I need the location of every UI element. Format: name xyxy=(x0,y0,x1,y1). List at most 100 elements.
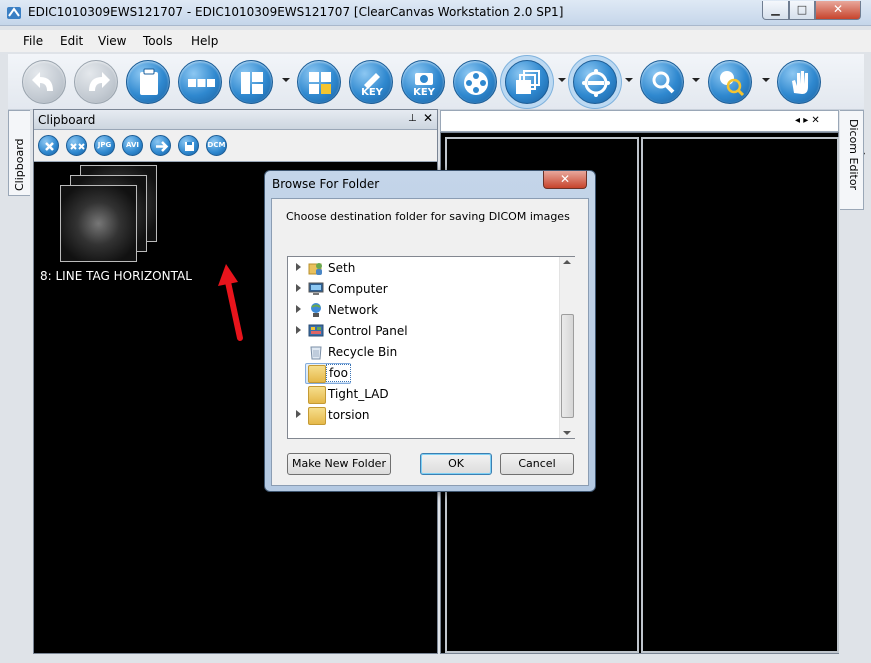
layout-button[interactable] xyxy=(229,60,273,104)
tree-item-torsion[interactable]: torsion xyxy=(288,405,558,425)
folder-icon xyxy=(308,407,326,425)
tile-select-icon xyxy=(309,72,331,94)
pin-icon[interactable]: ⊥ xyxy=(408,113,417,124)
main-toolbar: KEY KEY ▾ xyxy=(8,54,865,159)
export-avi-button[interactable]: AVI xyxy=(122,135,143,156)
menu-edit[interactable]: Edit xyxy=(60,34,83,48)
clipboard-icon xyxy=(140,68,158,95)
tree-item-seth[interactable]: Seth xyxy=(288,258,558,278)
magnifier-icon xyxy=(652,71,675,94)
key-image-camera-button[interactable]: KEY xyxy=(401,60,445,104)
menu-help[interactable]: Help xyxy=(191,34,218,48)
tree-item-foo[interactable]: foo xyxy=(288,363,558,384)
maximize-button[interactable]: □ xyxy=(789,1,815,20)
zoom-dropdown-arrow[interactable] xyxy=(692,78,700,82)
pan-button[interactable] xyxy=(777,60,821,104)
tree-item-control-panel[interactable]: Control Panel xyxy=(288,321,558,341)
key-image-pen-button[interactable]: KEY xyxy=(349,60,393,104)
menu-file[interactable]: File xyxy=(23,34,43,48)
window-level-dropdown-arrow[interactable] xyxy=(625,78,633,82)
ok-button[interactable]: OK xyxy=(420,453,492,475)
scroll-down-arrow-icon[interactable] xyxy=(563,431,571,435)
x-icon xyxy=(45,142,54,151)
tab-dicom-editor[interactable]: Dicom Editor xyxy=(840,110,864,210)
cancel-button[interactable]: Cancel xyxy=(500,453,574,475)
expand-arrow-icon[interactable] xyxy=(296,326,301,334)
recycle-bin-icon xyxy=(310,346,322,360)
annotation-arrow-icon xyxy=(218,264,243,341)
clipboard-button[interactable] xyxy=(126,60,170,104)
stacked-windows-icon xyxy=(516,70,540,94)
status-strip xyxy=(0,654,871,663)
tile-select-button[interactable] xyxy=(297,60,341,104)
expand-arrow-icon[interactable] xyxy=(296,305,301,313)
folder-icon xyxy=(308,365,326,383)
menu-view[interactable]: View xyxy=(98,34,126,48)
image-tile[interactable] xyxy=(641,137,839,653)
clipboard-close-button[interactable]: ✕ xyxy=(423,111,433,125)
window-title: EDIC1010309EWS121707 - EDIC1010309EWS121… xyxy=(28,5,564,19)
send-button[interactable] xyxy=(150,135,171,156)
clipboard-header: Clipboard ⊥ ✕ xyxy=(34,110,437,130)
undo-button[interactable] xyxy=(22,60,66,104)
clipboard-item-thumbnail[interactable] xyxy=(60,165,165,275)
delete-item-button[interactable] xyxy=(38,135,59,156)
tree-item-label: Computer xyxy=(328,282,388,296)
double-x-icon xyxy=(70,143,85,150)
tree-item-label: Network xyxy=(328,303,379,317)
three-boxes-icon xyxy=(188,79,215,87)
control-panel-icon xyxy=(308,324,324,337)
tree-item-computer[interactable]: Computer xyxy=(288,279,558,299)
redo-icon xyxy=(89,72,110,91)
title-bar: EDIC1010309EWS121707 - EDIC1010309EWS121… xyxy=(0,0,871,26)
expand-arrow-icon[interactable] xyxy=(296,263,301,271)
expand-arrow-icon[interactable] xyxy=(296,410,301,418)
minimize-button[interactable]: ▁ xyxy=(762,1,789,20)
zoom-button[interactable] xyxy=(640,60,684,104)
layout-dropdown-arrow[interactable] xyxy=(282,78,290,82)
delete-all-button[interactable] xyxy=(66,135,87,156)
tree-item-label: Control Panel xyxy=(328,324,408,338)
save-button[interactable] xyxy=(178,135,199,156)
tab-clipboard[interactable]: Clipboard xyxy=(8,110,30,196)
tree-item-tight-lad[interactable]: Tight_LAD xyxy=(288,384,558,404)
tree-item-label: torsion xyxy=(328,408,370,422)
tree-scrollbar[interactable] xyxy=(559,257,575,438)
redo-button[interactable] xyxy=(74,60,118,104)
thumbnail-layer-front xyxy=(60,185,137,262)
cine-button[interactable] xyxy=(453,60,497,104)
make-new-folder-button[interactable]: Make New Folder xyxy=(287,453,391,475)
film-reel-icon xyxy=(464,71,488,95)
export-jpg-button[interactable]: JPG xyxy=(94,135,115,156)
tree-item-network[interactable]: Network xyxy=(288,300,558,320)
user-folder-icon xyxy=(308,263,322,275)
clipboard-title: Clipboard xyxy=(38,113,96,127)
dialog-title: Browse For Folder xyxy=(272,177,380,191)
window-level-button[interactable] xyxy=(573,60,617,104)
folder-icon xyxy=(308,386,326,404)
probe-button[interactable] xyxy=(708,60,752,104)
viewer-nav-arrows[interactable]: ◂ ▸ ✕ xyxy=(795,115,820,126)
folder-tree[interactable]: Seth Computer Network Control Panel Recy… xyxy=(287,256,575,439)
app-logo-icon xyxy=(7,7,21,19)
layout-row-button[interactable] xyxy=(178,60,222,104)
dialog-body: Choose destination folder for saving DIC… xyxy=(271,198,589,486)
menu-tools[interactable]: Tools xyxy=(143,34,173,48)
tree-item-recycle-bin[interactable]: Recycle Bin xyxy=(288,342,558,362)
scroll-thumb[interactable] xyxy=(561,314,574,418)
camera-icon xyxy=(415,73,433,85)
expand-arrow-icon[interactable] xyxy=(296,284,301,292)
tree-item-label: Recycle Bin xyxy=(328,345,398,359)
probe-dropdown-arrow[interactable] xyxy=(762,78,770,82)
stack-button[interactable] xyxy=(505,60,549,104)
close-window-button[interactable]: ✕ xyxy=(815,1,861,20)
arrow-right-icon xyxy=(156,141,169,152)
undo-icon xyxy=(32,72,53,91)
stack-dropdown-arrow[interactable] xyxy=(558,78,566,82)
dialog-close-button[interactable]: ✕ xyxy=(543,171,587,189)
scroll-up-arrow-icon[interactable] xyxy=(563,260,571,264)
tree-item-label: Seth xyxy=(328,261,356,275)
export-dcm-button[interactable]: DCM xyxy=(206,135,227,156)
network-icon xyxy=(311,303,321,317)
clipboard-item-label: 8: LINE TAG HORIZONTAL xyxy=(40,269,192,283)
